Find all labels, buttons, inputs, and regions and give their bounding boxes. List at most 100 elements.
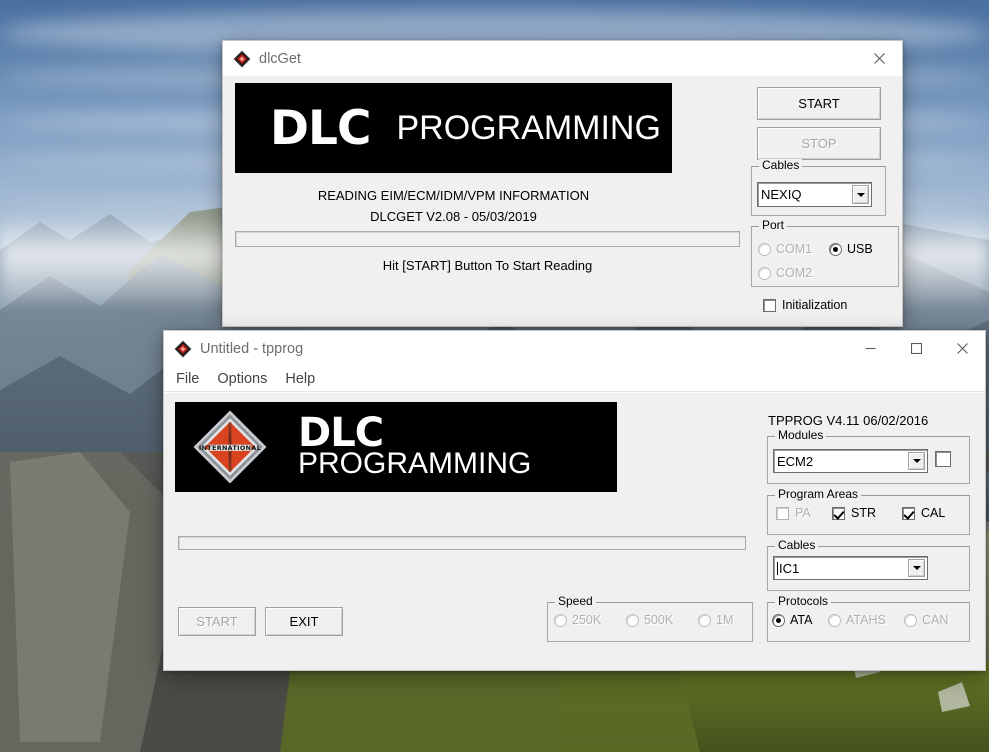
- tpprog-program-area-cal-label: CAL: [921, 506, 946, 520]
- tpprog-program-area-cal[interactable]: CAL: [902, 506, 945, 520]
- checkbox-icon: [776, 506, 789, 520]
- dlcget-titlebar[interactable]: dlcGet: [223, 41, 902, 76]
- tpprog-window[interactable]: Untitled - tpprog File Options Help INTE…: [163, 330, 986, 671]
- maximize-icon: [910, 343, 922, 354]
- radio-icon: [828, 613, 841, 627]
- dlcget-port-group-title: Port: [759, 219, 788, 231]
- tpprog-exit-button[interactable]: EXIT: [265, 607, 343, 636]
- dlcget-cables-combo[interactable]: NEXIQ: [757, 182, 872, 207]
- tpprog-titlebar[interactable]: Untitled - tpprog: [164, 331, 985, 366]
- radio-icon: [904, 613, 917, 627]
- dlc-banner: INTERNATIONAL DLC PROGRAMMING: [175, 402, 617, 492]
- tpprog-modules-group-title: Modules: [775, 429, 827, 441]
- chevron-down-icon[interactable]: [908, 452, 925, 470]
- dlc-banner-dlc-text: DLC: [298, 410, 384, 457]
- close-button[interactable]: [939, 331, 985, 366]
- international-diamond-logo: INTERNATIONAL: [193, 410, 267, 484]
- menu-item-help[interactable]: Help: [285, 371, 315, 387]
- tpprog-title-text: Untitled - tpprog: [200, 340, 304, 357]
- dlcget-initialization-label: Initialization: [782, 298, 848, 312]
- dlcget-port-com2-label: COM2: [776, 266, 813, 280]
- radio-icon: [758, 266, 771, 280]
- dlcget-initialization-checkbox[interactable]: Initialization: [763, 298, 847, 312]
- checkbox-icon: [763, 298, 776, 312]
- radio-icon: [772, 613, 785, 627]
- tpprog-cables-value: IC1: [779, 560, 800, 576]
- dlc-banner-programming-text: PROGRAMMING: [396, 108, 661, 147]
- dlcget-cables-group-title: Cables: [759, 159, 803, 171]
- checkbox-icon: [832, 506, 845, 520]
- tpprog-program-areas-group-title: Program Areas: [775, 488, 862, 500]
- svg-text:INTERNATIONAL: INTERNATIONAL: [199, 444, 261, 452]
- tpprog-menubar[interactable]: File Options Help: [164, 366, 985, 392]
- tpprog-modules-value: ECM2: [777, 453, 814, 469]
- tpprog-client-area: INTERNATIONAL DLC PROGRAMMING TPPROG V4.…: [164, 393, 985, 670]
- tpprog-speed-500k-label: 500K: [644, 613, 674, 627]
- tpprog-version-text: TPPROG V4.11 06/02/2016: [768, 413, 929, 428]
- radio-icon: [554, 613, 567, 627]
- tpprog-speed-250k[interactable]: 250K: [554, 613, 601, 627]
- dlcget-stop-button[interactable]: STOP: [757, 127, 881, 160]
- dlcget-title-text: dlcGet: [259, 50, 301, 67]
- tpprog-program-area-str[interactable]: STR: [832, 506, 876, 520]
- desktop-wallpaper: dlcGet DLC PROGRAMMING READING EIM/ECM/I…: [0, 0, 989, 752]
- version-info-line: DLCGET V2.08 - 05/03/2019: [370, 209, 537, 224]
- close-icon: [956, 343, 968, 354]
- tpprog-modules-side-checkbox[interactable]: [935, 451, 951, 467]
- tpprog-protocol-can[interactable]: CAN: [904, 613, 948, 627]
- dlcget-port-com1-label: COM1: [776, 242, 813, 256]
- tpprog-protocol-can-label: CAN: [922, 613, 949, 627]
- tpprog-modules-combo[interactable]: ECM2: [773, 449, 928, 473]
- dlcget-window[interactable]: dlcGet DLC PROGRAMMING READING EIM/ECM/I…: [222, 40, 903, 327]
- dlcget-port-radio-com2[interactable]: COM2: [758, 266, 812, 280]
- text-cursor: [777, 561, 778, 575]
- tpprog-protocol-ata-label: ATA: [790, 613, 813, 627]
- tpprog-start-label: START: [196, 614, 238, 629]
- dlcget-port-radio-usb[interactable]: USB: [829, 242, 873, 256]
- dlcget-cables-value: NEXIQ: [761, 187, 802, 202]
- dlcget-client-area: DLC PROGRAMMING READING EIM/ECM/IDM/VPM …: [223, 76, 902, 326]
- tpprog-program-area-str-label: STR: [851, 506, 876, 520]
- tpprog-progress-bar: [178, 536, 746, 550]
- menu-item-file[interactable]: File: [176, 371, 199, 387]
- chevron-down-icon[interactable]: [852, 185, 869, 204]
- tpprog-speed-group-title: Speed: [555, 595, 596, 607]
- maximize-button[interactable]: [893, 331, 939, 366]
- dlcget-progress-bar: [235, 231, 740, 247]
- reading-info-line: READING EIM/ECM/IDM/VPM INFORMATION: [317, 188, 590, 203]
- radio-icon: [758, 242, 771, 256]
- checkbox-icon: [935, 451, 951, 467]
- chevron-down-icon[interactable]: [908, 559, 925, 577]
- tpprog-speed-500k[interactable]: 500K: [626, 613, 673, 627]
- dlcget-window-buttons[interactable]: [856, 41, 902, 76]
- radio-icon: [626, 613, 639, 627]
- tpprog-exit-label: EXIT: [289, 614, 319, 629]
- tpprog-start-button[interactable]: START: [178, 607, 256, 636]
- minimize-button[interactable]: [847, 331, 893, 366]
- tpprog-protocol-atahs-label: ATAHS: [846, 613, 886, 627]
- checkbox-icon: [902, 506, 915, 520]
- dlcget-start-label: START: [798, 96, 840, 111]
- menu-item-options[interactable]: Options: [217, 371, 267, 387]
- dlc-banner: DLC PROGRAMMING: [235, 83, 672, 173]
- dlcget-stop-label: STOP: [801, 136, 837, 151]
- dlcget-hint-text: Hit [START] Button To Start Reading: [382, 258, 593, 273]
- radio-icon: [829, 242, 842, 256]
- dlcget-start-button[interactable]: START: [757, 87, 881, 120]
- tpprog-protocol-ata[interactable]: ATA: [772, 613, 812, 627]
- tpprog-speed-1m-label: 1M: [716, 613, 734, 627]
- radio-icon: [698, 613, 711, 627]
- dlcget-port-radio-com1[interactable]: COM1: [758, 242, 812, 256]
- tpprog-protocol-atahs[interactable]: ATAHS: [828, 613, 886, 627]
- close-icon: [873, 53, 885, 64]
- tpprog-program-area-pa[interactable]: PA: [776, 506, 811, 520]
- tpprog-speed-250k-label: 250K: [572, 613, 602, 627]
- tpprog-program-area-pa-label: PA: [795, 506, 811, 520]
- minimize-icon: [865, 347, 875, 350]
- close-button[interactable]: [856, 41, 902, 76]
- tpprog-speed-1m[interactable]: 1M: [698, 613, 733, 627]
- tpprog-cables-combo[interactable]: IC1: [773, 556, 928, 580]
- tpprog-protocols-group-title: Protocols: [775, 595, 832, 607]
- diamond-app-icon: [174, 340, 192, 357]
- tpprog-window-buttons[interactable]: [847, 331, 985, 366]
